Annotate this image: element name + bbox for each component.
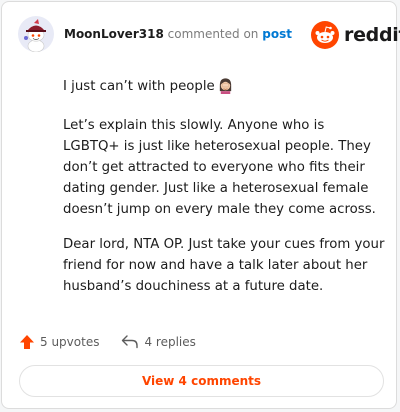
post-link[interactable]: post: [262, 27, 292, 41]
comment-text: I just can’t with people: [63, 79, 215, 94]
reply-arrow-icon: [122, 335, 139, 349]
avatar-snoo-icon: [18, 16, 54, 53]
username[interactable]: MoonLover318: [64, 27, 164, 41]
upvote-arrow-icon: [20, 335, 34, 349]
commented-on-text: commented on: [167, 27, 259, 41]
comment-paragraph: Dear lord, NTA OP. Just take your cues f…: [63, 237, 385, 294]
woman-facepalming-icon: [217, 77, 234, 101]
replies-button[interactable]: 4 replies: [121, 334, 196, 350]
comment-paragraph: I just can’t with people: [63, 76, 385, 101]
avatar[interactable]: [18, 16, 54, 53]
reddit-logo[interactable]: reddit: [311, 21, 400, 49]
comment-body: I just can’t with people Let’s explain t…: [63, 76, 385, 311]
comment-header: MoonLover318 commented on post: [64, 26, 292, 42]
upvote-button[interactable]: 5 upvotes: [19, 334, 99, 350]
reddit-wordmark: reddit: [344, 24, 400, 46]
upvotes-count: 5 upvotes: [40, 335, 100, 349]
comment-card: MoonLover318 commented on post reddit I …: [1, 1, 400, 409]
comment-paragraph: Let’s explain this slowly. Anyone who is…: [63, 118, 376, 217]
reddit-snoo-icon: [311, 21, 339, 49]
replies-count: 4 replies: [144, 335, 196, 349]
comment-actions: 5 upvotes 4 replies: [19, 333, 196, 351]
view-comments-button[interactable]: View 4 comments: [19, 365, 384, 397]
